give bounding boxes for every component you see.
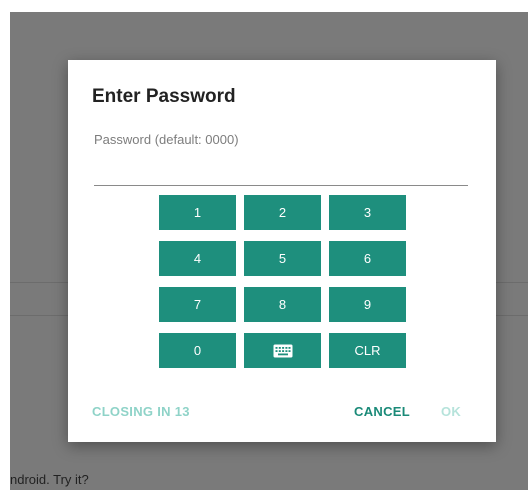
keyboard-icon <box>273 344 292 357</box>
closing-countdown: CLOSING IN 13 <box>92 404 190 419</box>
password-dialog: Enter Password Password (default: 0000) … <box>68 60 496 442</box>
key-1[interactable]: 1 <box>159 195 236 230</box>
cancel-button[interactable]: CANCEL <box>354 404 410 419</box>
key-4[interactable]: 4 <box>159 241 236 276</box>
key-6[interactable]: 6 <box>329 241 406 276</box>
key-9[interactable]: 9 <box>329 287 406 322</box>
key-3[interactable]: 3 <box>329 195 406 230</box>
key-2[interactable]: 2 <box>244 195 321 230</box>
key-7[interactable]: 7 <box>159 287 236 322</box>
keyboard-toggle-key[interactable] <box>244 333 321 368</box>
password-label: Password (default: 0000) <box>94 132 239 147</box>
background-text: ndroid. Try it? <box>10 472 89 487</box>
clear-key[interactable]: CLR <box>329 333 406 368</box>
password-input[interactable] <box>94 147 468 186</box>
key-5[interactable]: 5 <box>244 241 321 276</box>
password-field: Password (default: 0000) <box>94 132 468 186</box>
background-screen: ndroid. Try it? Enter Password Password … <box>10 12 528 490</box>
ok-button[interactable]: OK <box>441 404 461 419</box>
dialog-title: Enter Password <box>92 86 236 107</box>
key-8[interactable]: 8 <box>244 287 321 322</box>
keypad: 1 2 3 4 5 6 7 8 9 0 CLR <box>159 195 406 368</box>
key-0[interactable]: 0 <box>159 333 236 368</box>
